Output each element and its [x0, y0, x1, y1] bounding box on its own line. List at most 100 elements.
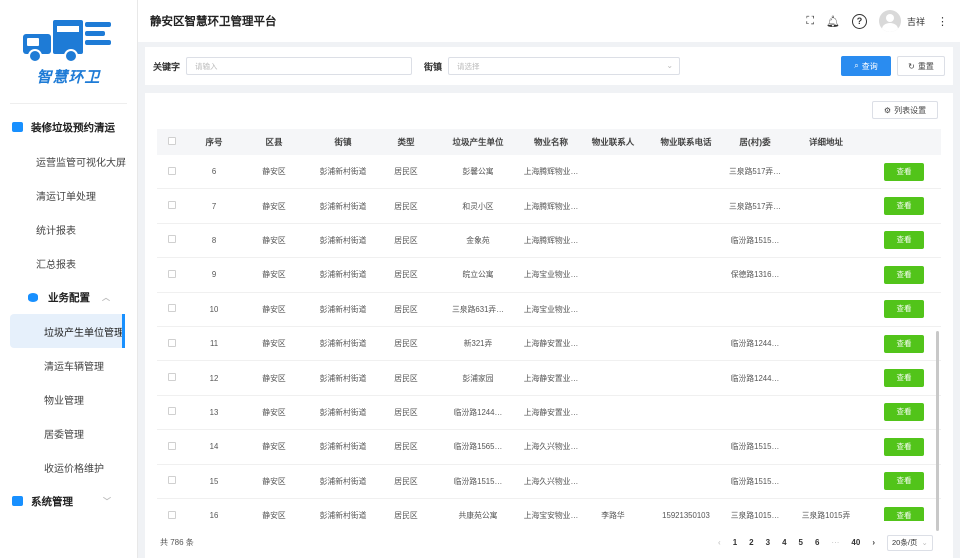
view-cell: 查看: [867, 437, 941, 456]
view-cell: 查看: [867, 334, 941, 353]
table-cell: 静安区: [262, 201, 286, 211]
street-select[interactable]: 请选择 ⌄: [448, 57, 681, 75]
sidebar-item-pricing[interactable]: 收运价格维护: [0, 450, 137, 484]
sidebar-item-committee[interactable]: 居委管理: [0, 416, 137, 450]
sidebar-item-dashboard[interactable]: 运营监管可视化大屏: [0, 144, 137, 178]
avatar[interactable]: [878, 10, 901, 32]
sidebar-item-vehicles[interactable]: 清运车辆管理: [0, 348, 137, 382]
row-checkbox[interactable]: [157, 510, 187, 521]
table-cell: 10: [209, 304, 219, 314]
sidebar: 智慧环卫 装修垃圾预约清运 运营监管可视化大屏 清运订单处理 统计报表 汇总报表…: [0, 0, 138, 558]
view-cell: 查看: [867, 162, 941, 181]
page-6[interactable]: 6: [815, 538, 819, 547]
table-cell: 静安区: [262, 511, 286, 521]
fullscreen-icon[interactable]: ⛶: [806, 15, 814, 28]
sidebar-item-property[interactable]: 物业管理: [0, 382, 137, 416]
total-count: 共 786 条: [160, 538, 194, 547]
filter-bar: 关键字 请输入 街镇 请选择 ⌄ ⌕ 查询 ↻ 重置: [145, 47, 953, 85]
table-cell: 新321弄: [463, 339, 493, 349]
header: 静安区智慧环卫管理平台 ⛶ 🔔︎ ? 吉祥 ⋮: [138, 0, 960, 42]
sidebar-sub-business-config[interactable]: 业务配置 ︿: [0, 280, 137, 314]
sidebar-group-label: 装修垃圾预约清运: [31, 121, 115, 134]
row-checkbox[interactable]: [157, 407, 187, 417]
row-checkbox[interactable]: [157, 201, 187, 211]
page-title: 静安区智慧环卫管理平台: [150, 16, 277, 28]
gear-icon: ⚙: [883, 105, 892, 115]
table-cell: 静安区: [262, 476, 286, 486]
sidebar-item-waste-units[interactable]: 垃圾产生单位管理: [10, 314, 125, 348]
sidebar-group-decoration-waste[interactable]: 装修垃圾预约清运: [0, 110, 137, 144]
row-checkbox[interactable]: [157, 304, 187, 314]
view-button[interactable]: 查看: [884, 369, 924, 388]
table-cell: 16: [209, 511, 219, 521]
table-cell: 三泉路517弄…: [729, 167, 781, 177]
table-cell: 静安区: [262, 407, 286, 417]
page-size-select[interactable]: 20条/页 ⌄: [887, 534, 933, 551]
sidebar-group-system[interactable]: 系统管理 ﹀: [0, 484, 137, 518]
page-ellipsis[interactable]: ···: [831, 538, 839, 547]
truck-icon: [12, 122, 23, 132]
query-button[interactable]: ⌕ 查询: [841, 56, 891, 76]
view-button[interactable]: 查看: [884, 162, 924, 181]
keyword-input[interactable]: 请输入: [186, 57, 413, 75]
help-icon[interactable]: ?: [851, 13, 867, 29]
row-checkbox[interactable]: [157, 166, 187, 177]
row-checkbox[interactable]: [157, 235, 187, 245]
view-button[interactable]: 查看: [884, 506, 924, 521]
bell-icon[interactable]: 🔔︎: [826, 15, 840, 28]
column-header: 街镇: [334, 137, 352, 147]
view-button[interactable]: 查看: [884, 300, 924, 319]
row-checkbox[interactable]: [157, 441, 187, 452]
table-cell: 彭浦新村街道: [319, 167, 367, 177]
row-checkbox[interactable]: [157, 338, 187, 349]
page-last[interactable]: 40: [851, 538, 860, 547]
more-icon[interactable]: ⋮: [937, 15, 948, 28]
row-checkbox[interactable]: [157, 476, 187, 486]
select-all-checkbox[interactable]: [157, 137, 187, 147]
sidebar-item-orders[interactable]: 清运订单处理: [0, 178, 137, 212]
chevron-down-icon: ⌄: [666, 61, 674, 70]
user-name[interactable]: 吉祥: [907, 15, 925, 28]
page-2[interactable]: 2: [749, 538, 753, 547]
view-button[interactable]: 查看: [884, 231, 924, 250]
table-row: 7 静安区 彭浦新村街道 居民区 和灵小区 上海腾辉物业… 三泉路517弄… 查看: [157, 189, 941, 224]
view-button[interactable]: 查看: [884, 403, 924, 422]
table-cell: 彭浦新村街道: [319, 201, 367, 211]
page-3[interactable]: 3: [766, 538, 770, 547]
page-1[interactable]: 1: [733, 538, 737, 547]
table-cell: 三泉路631弄…: [452, 304, 504, 314]
table-cell: 上海静安置业…: [523, 373, 579, 383]
row-checkbox[interactable]: [157, 373, 187, 383]
prev-page-button[interactable]: ‹: [718, 538, 721, 547]
refresh-icon: ↻: [908, 61, 915, 71]
sidebar-item-statistics[interactable]: 统计报表: [0, 212, 137, 246]
table-cell: 李路华: [601, 511, 625, 521]
table-cell: 静安区: [262, 442, 286, 452]
garbage-truck-icon: [22, 20, 111, 63]
table-cell: 上海久兴物业…: [523, 476, 579, 486]
reset-button[interactable]: ↻ 重置: [897, 56, 945, 76]
view-button[interactable]: 查看: [884, 197, 924, 216]
view-button[interactable]: 查看: [884, 334, 924, 353]
table-cell: 三泉路1015…: [730, 511, 780, 521]
table-cell: 上海腾辉物业…: [523, 167, 579, 177]
column-settings-button[interactable]: ⚙ 列表设置: [872, 101, 938, 119]
view-button[interactable]: 查看: [884, 437, 924, 456]
view-button[interactable]: 查看: [884, 265, 924, 284]
view-cell: 查看: [867, 231, 941, 250]
table-cell: 14: [209, 442, 219, 452]
page-5[interactable]: 5: [799, 538, 803, 547]
view-button[interactable]: 查看: [884, 472, 924, 491]
table-cell: 彭浦新村街道: [319, 304, 367, 314]
sidebar-item-summary[interactable]: 汇总报表: [0, 246, 137, 280]
table-cell: 上海宝安物业…: [523, 511, 579, 521]
table-cell: 居民区: [394, 167, 418, 177]
page-4[interactable]: 4: [782, 538, 786, 547]
table-cell: 居民区: [394, 235, 418, 245]
table-cell: 金象苑: [466, 235, 490, 245]
next-page-button[interactable]: ›: [872, 538, 875, 547]
column-header: 区县: [265, 137, 283, 147]
row-checkbox[interactable]: [157, 269, 187, 280]
table-cell: 临汾路1515…: [453, 476, 503, 486]
vertical-scrollbar[interactable]: [936, 331, 939, 531]
